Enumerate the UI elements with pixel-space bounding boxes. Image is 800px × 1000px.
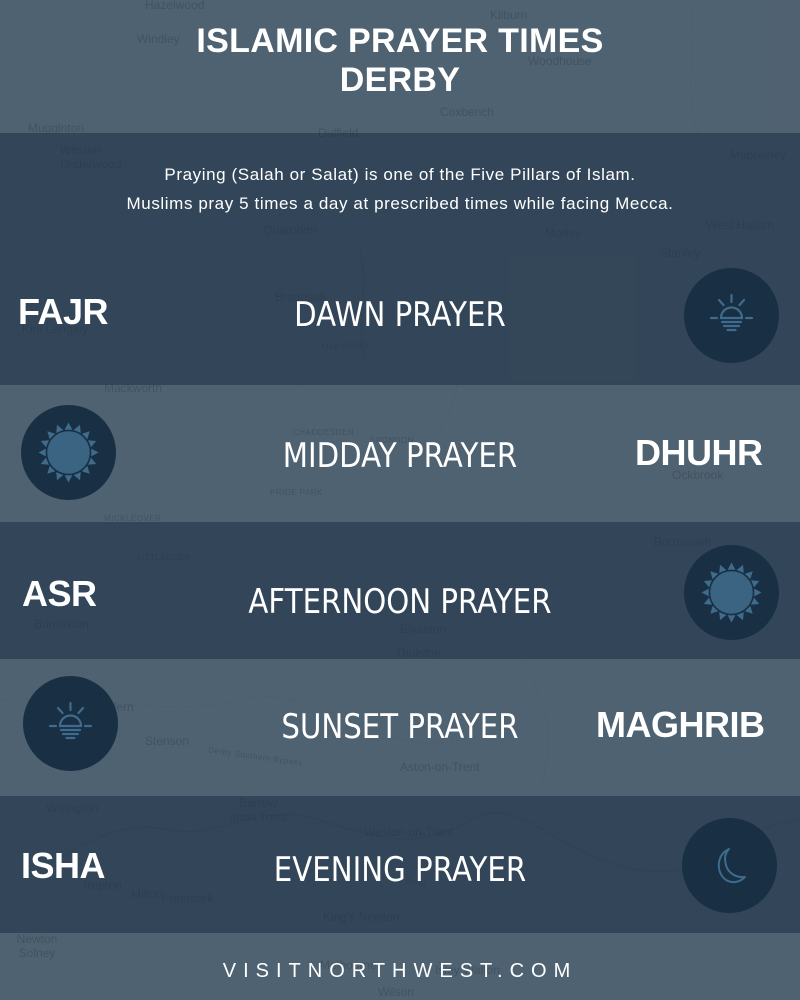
page-subtitle-city: DERBY	[339, 61, 461, 99]
sun-ray	[701, 588, 709, 597]
sun-ray	[754, 588, 762, 597]
sun-ray	[38, 448, 46, 457]
prayer-english-name: DAWN PRAYER	[294, 295, 506, 335]
prayer-english-name: AFTERNOON PRAYER	[248, 582, 552, 622]
sun-ray	[727, 615, 736, 623]
sun-ray	[727, 562, 736, 570]
sun-icon	[684, 545, 779, 640]
prayer-english-name: EVENING PRAYER	[273, 850, 527, 890]
sun-disc	[708, 569, 755, 616]
sun-ray	[64, 475, 73, 483]
prayer-arabic-name: DHUHR	[635, 432, 763, 473]
intro-line-2: Muslims pray 5 times a day at prescribed…	[126, 194, 674, 213]
prayer-arabic-name: MAGHRIB	[596, 704, 765, 745]
footer-website: VISITNORTHWEST.COM	[222, 960, 578, 982]
intro-line-1: Praying (Salah or Salat) is one of the F…	[164, 165, 636, 184]
page-title: ISLAMIC PRAYER TIMES	[196, 22, 604, 60]
sun-ray	[64, 422, 73, 430]
sunrise-icon	[684, 268, 779, 363]
moon-icon	[682, 818, 777, 913]
